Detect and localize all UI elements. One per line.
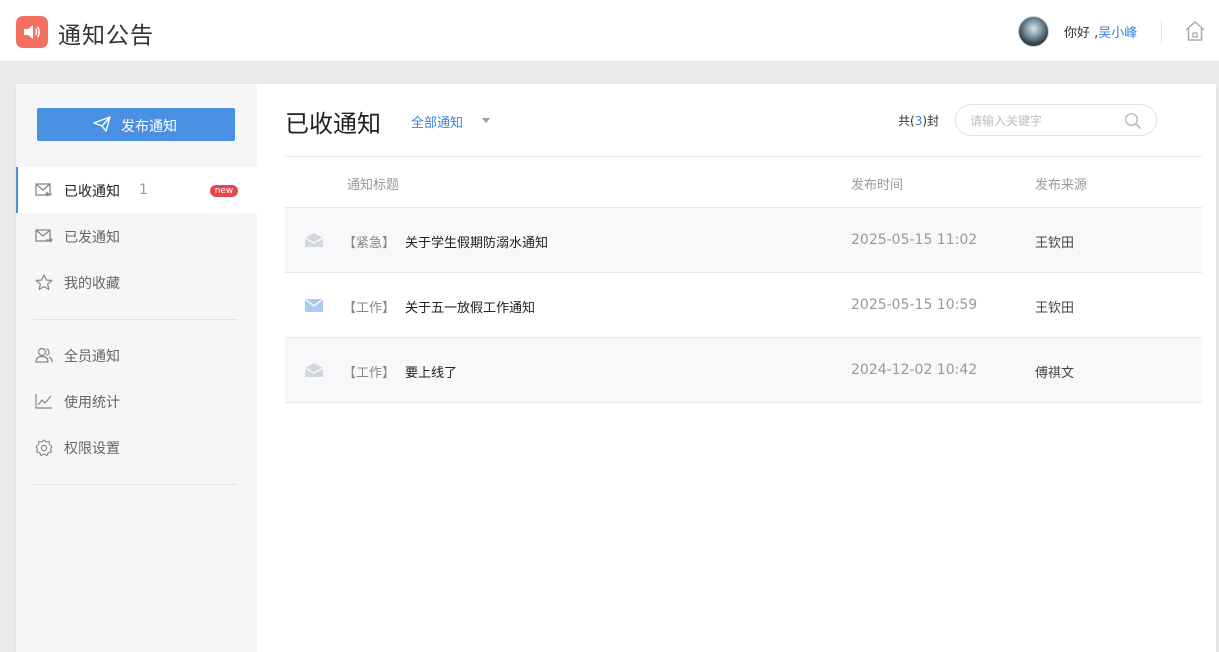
search-input[interactable] [970,112,1120,130]
sidebar-item-label: 我的收藏 [64,276,120,292]
app-title: 通知公告 [58,23,154,49]
sent-icon [35,228,53,248]
sidebar-item-favorites[interactable]: 我的收藏 [16,259,257,305]
sidebar-divider [33,319,237,320]
table-header: 通知标题 发布时间 发布来源 [285,156,1202,208]
sidebar-item-label: 已收通知 [64,184,120,200]
sidebar-item-all-staff[interactable]: 全员通知 [16,332,257,378]
paper-plane-icon [93,116,111,132]
unread-mail-icon [304,297,324,317]
notice-title[interactable]: 关于学生假期防溺水通知 [405,232,548,251]
column-header-time: 发布时间 [851,178,904,193]
table-row[interactable]: 【工作】 关于五一放假工作通知 2025-05-15 10:59 王钦田 [285,273,1202,338]
inbox-icon [35,182,53,202]
notice-tag: 【紧急】 [343,236,396,251]
page-title: 已收通知 [285,110,381,138]
header-divider [1161,20,1162,44]
read-mail-icon [304,362,324,382]
notice-source: 傅祺文 [1035,366,1075,381]
column-header-title: 通知标题 [347,178,400,193]
sidebar-item-usage-stats[interactable]: 使用统计 [16,378,257,424]
notice-source: 王钦田 [1035,236,1075,251]
table-row[interactable]: 【工作】 要上线了 2024-12-02 10:42 傅祺文 [285,338,1202,403]
total-count: 共(3)封 [898,112,939,129]
sidebar-divider [33,484,237,485]
content-area: 已收通知 全部通知 共(3)封 通知标题 发布时间 发布来源 [257,84,1217,652]
username-link[interactable]: 吴小峰 [1098,26,1137,41]
user-avatar[interactable] [1018,16,1049,47]
notice-title[interactable]: 要上线了 [405,362,457,381]
greeting: 你好 ,吴小峰 [1064,22,1137,41]
notice-source: 王钦田 [1035,301,1075,316]
star-icon [35,274,53,295]
sidebar-item-permissions[interactable]: 权限设置 [16,424,257,470]
notice-tag: 【工作】 [343,301,396,316]
notice-time: 2025-05-15 10:59 [851,297,978,313]
notice-time: 2025-05-15 11:02 [851,232,978,248]
notice-time: 2024-12-02 10:42 [851,362,978,378]
chart-icon [35,393,53,413]
top-bar: 通知公告 你好 ,吴小峰 [0,0,1219,62]
users-icon [35,347,53,368]
notice-title[interactable]: 关于五一放假工作通知 [405,297,535,316]
chevron-down-icon[interactable] [482,118,490,123]
read-mail-icon [304,232,324,252]
table-row[interactable]: 【紧急】 关于学生假期防溺水通知 2025-05-15 11:02 王钦田 [285,208,1202,273]
publish-notice-button[interactable]: 发布通知 [37,108,235,141]
publish-button-label: 发布通知 [121,119,177,135]
gear-icon [35,439,53,461]
sidebar-item-label: 使用统计 [64,395,120,411]
notice-filter-dropdown[interactable]: 全部通知 [411,112,463,131]
column-header-source: 发布来源 [1035,178,1088,193]
sidebar-item-label: 已发通知 [64,230,120,246]
sidebar-item-label: 全员通知 [64,349,120,365]
greeting-prefix: 你好 , [1064,26,1099,41]
search-box [955,104,1157,136]
total-prefix: 共( [898,114,915,128]
new-badge: new [210,185,238,197]
main-panel: 发布通知 已收通知 1 new 已发通知 我的收藏 全员通知 使用统计 权限设置… [15,83,1217,652]
sidebar: 发布通知 已收通知 1 new 已发通知 我的收藏 全员通知 使用统计 权限设置 [16,84,257,652]
speaker-icon [16,16,48,48]
unread-count: 1 [139,182,148,198]
total-suffix: )封 [922,114,940,128]
home-icon[interactable] [1184,20,1206,46]
notice-tag: 【工作】 [343,366,396,381]
search-icon[interactable] [1124,112,1142,134]
sidebar-item-received[interactable]: 已收通知 1 new [16,167,257,213]
sidebar-item-label: 权限设置 [64,441,120,457]
sidebar-item-sent[interactable]: 已发通知 [16,213,257,259]
